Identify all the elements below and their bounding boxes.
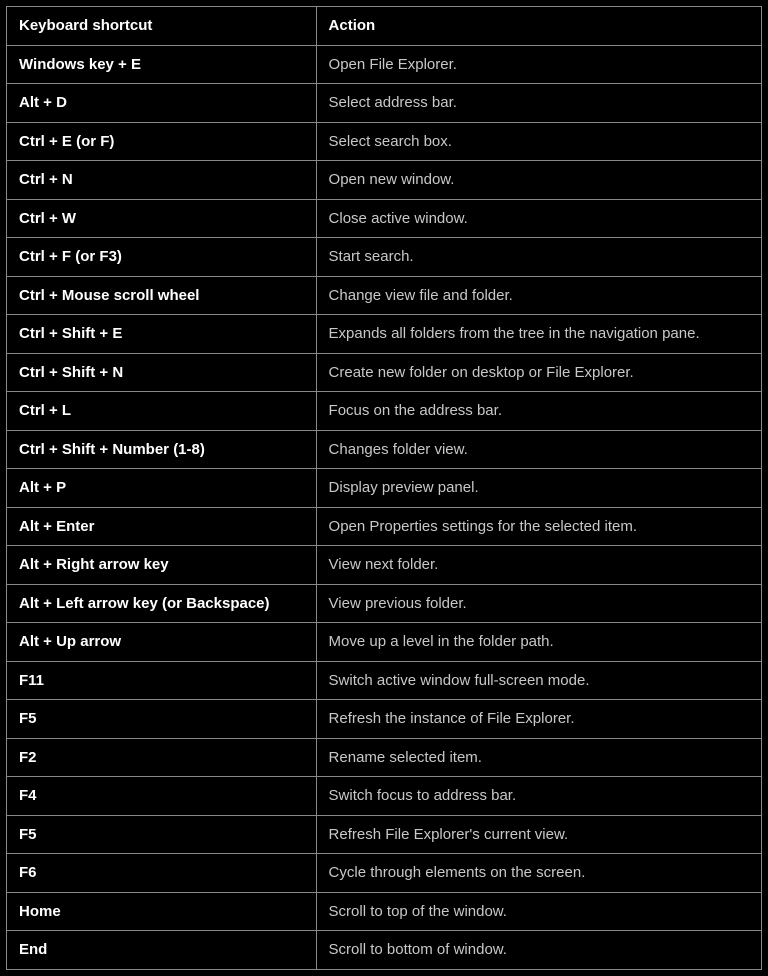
shortcut-cell: F6 [7, 854, 317, 893]
table-row: F4Switch focus to address bar. [7, 777, 762, 816]
table-row: EndScroll to bottom of window. [7, 931, 762, 970]
action-cell: Refresh File Explorer's current view. [316, 815, 761, 854]
table-row: HomeScroll to top of the window. [7, 892, 762, 931]
table-row: F5Refresh File Explorer's current view. [7, 815, 762, 854]
shortcut-cell: F11 [7, 661, 317, 700]
shortcut-cell: Ctrl + W [7, 199, 317, 238]
action-cell: Focus on the address bar. [316, 392, 761, 431]
shortcut-cell: F4 [7, 777, 317, 816]
table-row: Alt + PDisplay preview panel. [7, 469, 762, 508]
action-cell: Open Properties settings for the selecte… [316, 507, 761, 546]
table-row: Ctrl + Shift + NCreate new folder on des… [7, 353, 762, 392]
header-shortcut: Keyboard shortcut [7, 7, 317, 46]
shortcut-cell: F2 [7, 738, 317, 777]
action-cell: Open File Explorer. [316, 45, 761, 84]
action-cell: Switch active window full-screen mode. [316, 661, 761, 700]
action-cell: Change view file and folder. [316, 276, 761, 315]
header-action: Action [316, 7, 761, 46]
action-cell: Display preview panel. [316, 469, 761, 508]
table-header-row: Keyboard shortcut Action [7, 7, 762, 46]
shortcut-cell: End [7, 931, 317, 970]
shortcut-cell: Alt + Enter [7, 507, 317, 546]
shortcut-cell: Windows key + E [7, 45, 317, 84]
shortcut-cell: Alt + Left arrow key (or Backspace) [7, 584, 317, 623]
shortcut-cell: Alt + Right arrow key [7, 546, 317, 585]
table-row: Ctrl + Shift + EExpands all folders from… [7, 315, 762, 354]
shortcut-cell: Alt + Up arrow [7, 623, 317, 662]
action-cell: Create new folder on desktop or File Exp… [316, 353, 761, 392]
action-cell: Scroll to top of the window. [316, 892, 761, 931]
shortcut-cell: Ctrl + Mouse scroll wheel [7, 276, 317, 315]
table-row: Windows key + EOpen File Explorer. [7, 45, 762, 84]
shortcut-cell: Ctrl + Shift + E [7, 315, 317, 354]
table-row: Alt + DSelect address bar. [7, 84, 762, 123]
action-cell: Switch focus to address bar. [316, 777, 761, 816]
table-row: Alt + EnterOpen Properties settings for … [7, 507, 762, 546]
action-cell: Open new window. [316, 161, 761, 200]
action-cell: Close active window. [316, 199, 761, 238]
table-row: Ctrl + Mouse scroll wheelChange view fil… [7, 276, 762, 315]
action-cell: Expands all folders from the tree in the… [316, 315, 761, 354]
action-cell: Select address bar. [316, 84, 761, 123]
table-row: Ctrl + NOpen new window. [7, 161, 762, 200]
table-row: Ctrl + E (or F)Select search box. [7, 122, 762, 161]
shortcuts-table: Keyboard shortcut Action Windows key + E… [6, 6, 762, 970]
shortcut-cell: Ctrl + Shift + N [7, 353, 317, 392]
table-row: Ctrl + WClose active window. [7, 199, 762, 238]
table-row: F5Refresh the instance of File Explorer. [7, 700, 762, 739]
shortcut-cell: Home [7, 892, 317, 931]
action-cell: Refresh the instance of File Explorer. [316, 700, 761, 739]
shortcut-cell: F5 [7, 700, 317, 739]
action-cell: Start search. [316, 238, 761, 277]
shortcut-cell: Ctrl + N [7, 161, 317, 200]
table-row: F6Cycle through elements on the screen. [7, 854, 762, 893]
shortcut-cell: Ctrl + F (or F3) [7, 238, 317, 277]
shortcut-cell: Ctrl + L [7, 392, 317, 431]
action-cell: Cycle through elements on the screen. [316, 854, 761, 893]
shortcut-cell: Alt + P [7, 469, 317, 508]
table-row: Ctrl + LFocus on the address bar. [7, 392, 762, 431]
action-cell: Rename selected item. [316, 738, 761, 777]
action-cell: Select search box. [316, 122, 761, 161]
table-row: Alt + Up arrowMove up a level in the fol… [7, 623, 762, 662]
table-row: Ctrl + Shift + Number (1-8)Changes folde… [7, 430, 762, 469]
table-row: Alt + Left arrow key (or Backspace)View … [7, 584, 762, 623]
action-cell: View next folder. [316, 546, 761, 585]
table-row: F11Switch active window full-screen mode… [7, 661, 762, 700]
shortcut-cell: F5 [7, 815, 317, 854]
table-row: Ctrl + F (or F3)Start search. [7, 238, 762, 277]
action-cell: Scroll to bottom of window. [316, 931, 761, 970]
shortcut-cell: Ctrl + Shift + Number (1-8) [7, 430, 317, 469]
table-row: Alt + Right arrow keyView next folder. [7, 546, 762, 585]
action-cell: View previous folder. [316, 584, 761, 623]
shortcut-cell: Ctrl + E (or F) [7, 122, 317, 161]
shortcut-cell: Alt + D [7, 84, 317, 123]
action-cell: Move up a level in the folder path. [316, 623, 761, 662]
table-row: F2Rename selected item. [7, 738, 762, 777]
action-cell: Changes folder view. [316, 430, 761, 469]
